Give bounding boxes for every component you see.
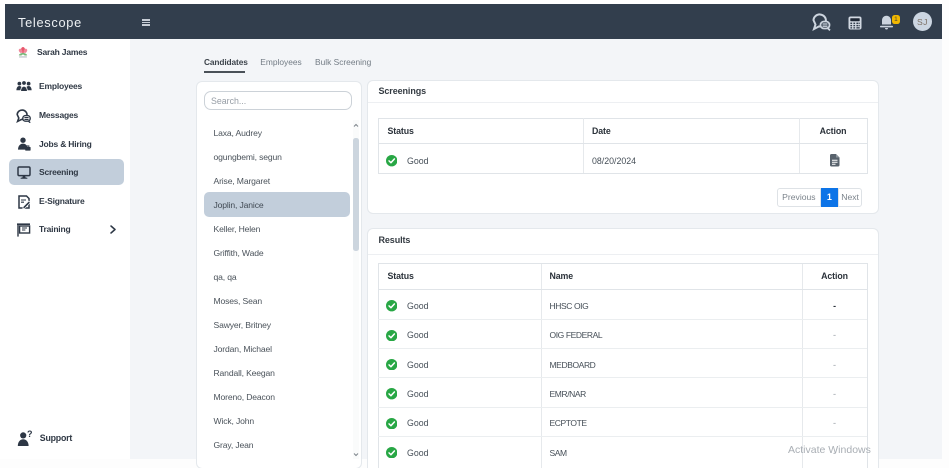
svg-text:?: ? [27,430,33,439]
